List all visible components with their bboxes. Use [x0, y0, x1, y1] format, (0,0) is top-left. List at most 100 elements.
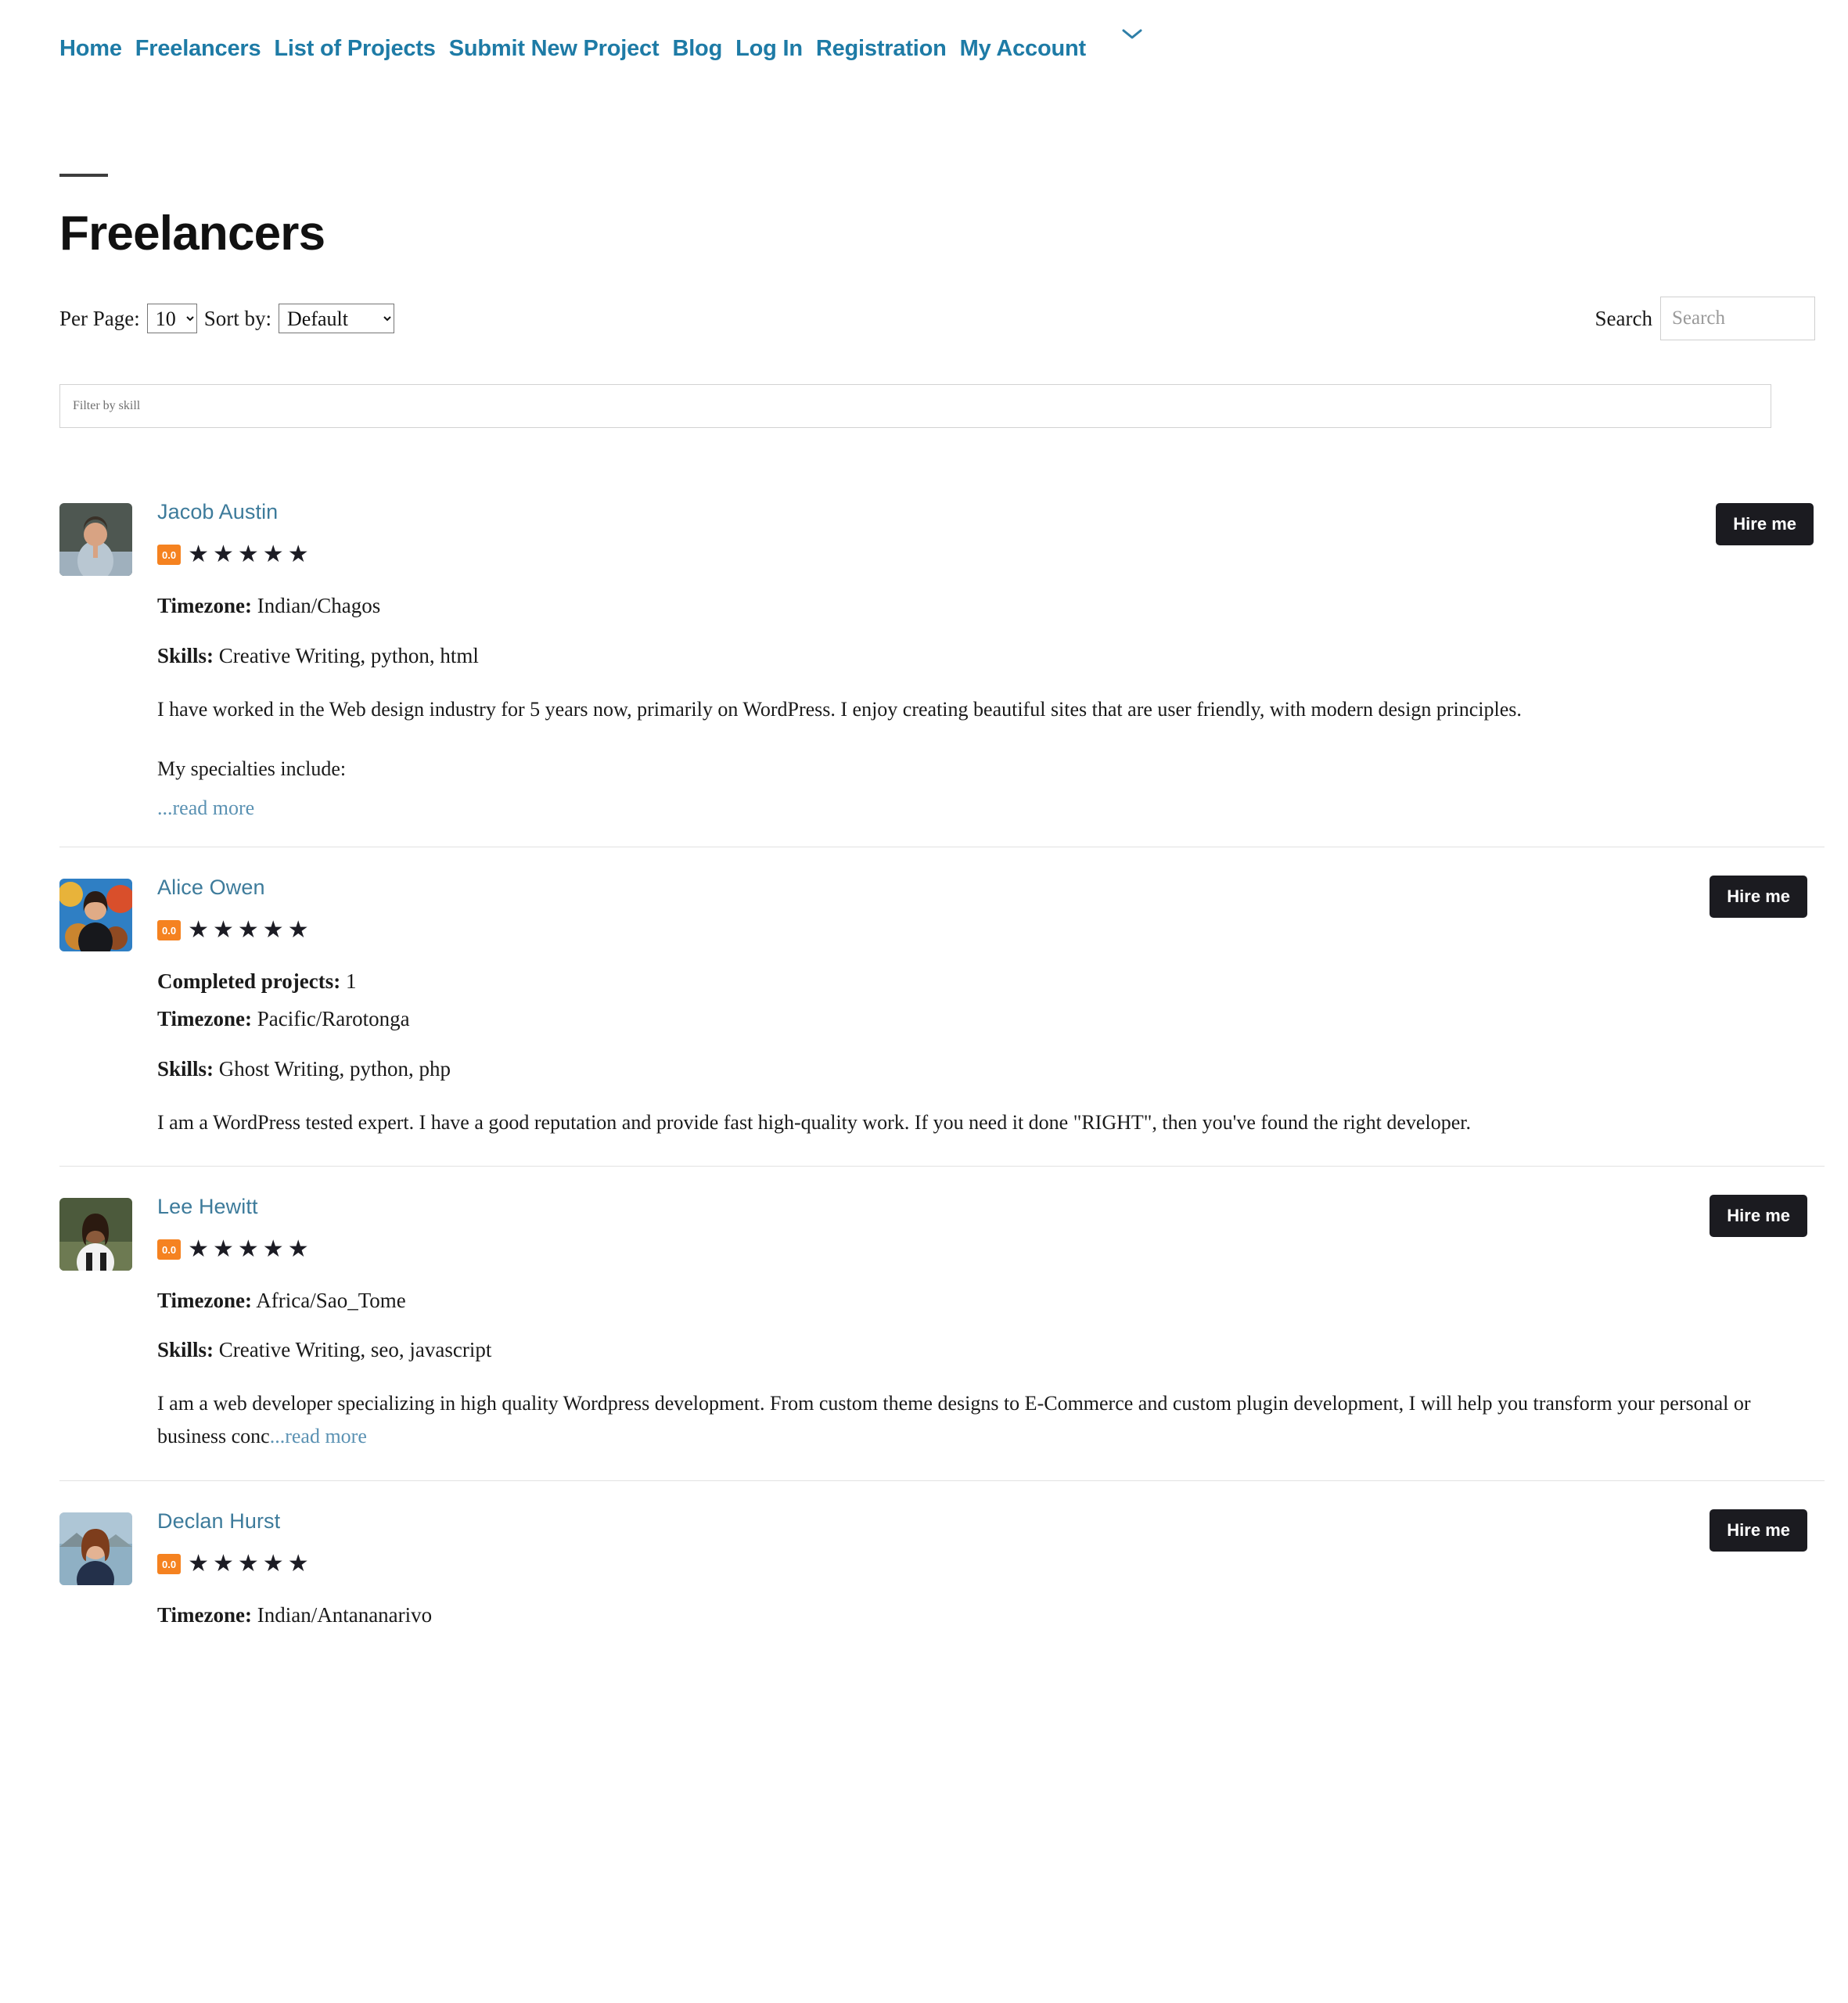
timezone-label: Timezone:: [157, 594, 252, 618]
timezone-value: Pacific/Rarotonga: [257, 1006, 410, 1030]
read-more-link[interactable]: ...read more: [270, 1425, 367, 1447]
timezone-label: Timezone:: [157, 1288, 252, 1312]
sort-by-select[interactable]: DefaultRatingCompleted projectsNewest: [279, 304, 394, 334]
search-label: Search: [1595, 306, 1652, 330]
page-title: Freelancers: [59, 207, 325, 261]
freelancer-list: Jacob Austin 0.0 ★ ★ ★ ★ ★ Timezone: Indian/Cha…: [0, 428, 1848, 1675]
star-icon: ★: [262, 541, 284, 568]
freelancer-card-inner: Jacob Austin 0.0 ★ ★ ★ ★ ★ Timezone: Indian/Cha…: [59, 498, 1825, 820]
nav-item-registration[interactable]: Registration: [816, 38, 947, 60]
timezone-line: Timezone: Indian/Chagos: [157, 590, 1825, 623]
skills-line: Skills: Ghost Writing, python, php: [157, 1053, 1825, 1086]
list-controls-right: Search: [1595, 297, 1815, 341]
star-icon: ★: [188, 917, 209, 943]
sort-by-label: Sort by:: [203, 306, 271, 330]
primary-nav: Home Freelancers List of Projects Submit Ne…: [59, 38, 1848, 60]
nav-item-my-account[interactable]: My Account: [960, 38, 1086, 60]
star-icon: ★: [237, 917, 259, 943]
freelancer-card-body: Lee Hewitt 0.0 ★ ★ ★ ★ ★ Timezone: Africa/Sao_T…: [132, 1193, 1825, 1454]
freelancer-name-link[interactable]: Jacob Austin: [157, 500, 278, 524]
list-controls-left: Per Page: 102050100 Sort by: DefaultRati…: [59, 304, 394, 334]
completed-projects-line: Completed projects: 1: [157, 966, 1825, 998]
nav-item-list-of-projects[interactable]: List of Projects: [274, 38, 435, 60]
top-navigation-bar: Home Freelancers List of Projects Submit Ne…: [0, 0, 1848, 94]
read-more-link[interactable]: ...read more: [157, 797, 254, 819]
per-page-select[interactable]: 102050100: [146, 304, 197, 334]
nav-item-blog[interactable]: Blog: [672, 38, 722, 60]
search-input[interactable]: [1660, 297, 1815, 341]
freelancer-card-body: Declan Hurst 0.0 ★ ★ ★ ★ ★ Timezone: Indian/Ant…: [132, 1508, 1825, 1649]
per-page-label: Per Page:: [59, 306, 140, 330]
freelancer-description-secondary: My specialties include:: [157, 757, 347, 780]
freelancer-card-body: Jacob Austin 0.0 ★ ★ ★ ★ ★ Timezone: Indian/Cha…: [132, 498, 1825, 820]
timezone-line: Timezone: Pacific/Rarotonga: [157, 1003, 1825, 1036]
star-icon: ★: [212, 1550, 234, 1577]
skills-label: Skills:: [157, 1338, 214, 1362]
star-icon: ★: [212, 541, 234, 568]
skills-line: Skills: Creative Writing, seo, javascrip…: [157, 1334, 1825, 1367]
skill-filter-row: [0, 340, 1848, 429]
hire-me-button[interactable]: Hire me: [1710, 1194, 1807, 1237]
freelancer-description-text: I am a WordPress tested expert. I have a…: [157, 1110, 1471, 1134]
rating-value-badge: 0.0: [157, 920, 182, 940]
skills-label: Skills:: [157, 643, 214, 667]
rating: 0.0 ★ ★ ★ ★ ★: [157, 919, 1825, 942]
freelancer-card: Jacob Austin 0.0 ★ ★ ★ ★ ★ Timezone: Indian/Cha…: [59, 472, 1825, 847]
rating-value-badge: 0.0: [157, 1239, 182, 1260]
rating-value-badge: 0.0: [157, 545, 182, 566]
completed-projects-label: Completed projects:: [157, 969, 341, 993]
star-icon: ★: [287, 541, 309, 568]
heading-rule-divider: [59, 174, 108, 177]
nav-item-submit-new-project[interactable]: Submit New Project: [449, 38, 660, 60]
freelancer-name-link[interactable]: Alice Owen: [157, 876, 265, 900]
freelancer-description-text: I am a web developer specializing in hig…: [157, 1392, 1751, 1448]
star-icon: ★: [262, 1550, 284, 1577]
freelancer-card-inner: Lee Hewitt 0.0 ★ ★ ★ ★ ★ Timezone: Africa/Sao_T…: [59, 1193, 1825, 1454]
rating: 0.0 ★ ★ ★ ★ ★: [157, 543, 1825, 566]
timezone-line: Timezone: Indian/Antananarivo: [157, 1599, 1825, 1632]
timezone-label: Timezone:: [157, 1602, 252, 1627]
star-icon: ★: [237, 541, 259, 568]
star-icon: ★: [212, 917, 234, 943]
avatar[interactable]: [59, 879, 132, 951]
hire-me-button[interactable]: Hire me: [1716, 503, 1814, 546]
skills-value: Creative Writing, seo, javascript: [218, 1338, 492, 1362]
star-icon: ★: [212, 1235, 234, 1262]
hire-me-button[interactable]: Hire me: [1710, 876, 1807, 918]
freelancer-name-link[interactable]: Declan Hurst: [157, 1509, 280, 1534]
star-icon: ★: [287, 917, 309, 943]
rating: 0.0 ★ ★ ★ ★ ★: [157, 1235, 1825, 1262]
star-rating: ★ ★ ★ ★ ★: [188, 543, 309, 566]
freelancer-card: Lee Hewitt 0.0 ★ ★ ★ ★ ★ Timezone: Africa/Sao_T…: [59, 1165, 1825, 1480]
page-heading-block: Freelancers: [0, 94, 1848, 259]
star-icon: ★: [188, 1235, 209, 1262]
star-icon: ★: [237, 1235, 259, 1262]
chevron-down-icon[interactable]: [1122, 28, 1142, 41]
nav-item-freelancers[interactable]: Freelancers: [135, 38, 261, 60]
freelancer-description: I am a web developer specializing in hig…: [157, 1387, 1769, 1453]
nav-item-home[interactable]: Home: [59, 38, 122, 60]
avatar[interactable]: [59, 1197, 132, 1271]
list-controls-row: Per Page: 102050100 Sort by: DefaultRati…: [0, 259, 1848, 341]
star-rating: ★ ★ ★ ★ ★: [188, 1235, 309, 1262]
avatar[interactable]: [59, 503, 132, 577]
star-icon: ★: [188, 541, 209, 568]
completed-projects-value: 1: [345, 969, 357, 993]
nav-item-log-in[interactable]: Log In: [735, 38, 803, 60]
star-icon: ★: [287, 1550, 309, 1577]
skills-value: Ghost Writing, python, php: [218, 1056, 451, 1081]
star-rating: ★ ★ ★ ★ ★: [188, 919, 309, 942]
freelancer-card-body: Alice Owen 0.0 ★ ★ ★ ★ ★ Completed projects: 1 T…: [132, 874, 1825, 1139]
star-icon: ★: [237, 1550, 259, 1577]
skill-filter-input[interactable]: [59, 384, 1771, 429]
skills-line: Skills: Creative Writing, python, html: [157, 640, 1825, 673]
skills-value: Creative Writing, python, html: [218, 643, 479, 667]
hire-me-button[interactable]: Hire me: [1710, 1509, 1807, 1552]
avatar[interactable]: [59, 1512, 132, 1585]
star-icon: ★: [188, 1550, 209, 1577]
freelancer-card-inner: Alice Owen 0.0 ★ ★ ★ ★ ★ Completed projects: 1 T…: [59, 874, 1825, 1139]
timezone-value: Indian/Chagos: [257, 594, 381, 618]
star-icon: ★: [287, 1235, 309, 1262]
freelancer-name-link[interactable]: Lee Hewitt: [157, 1195, 258, 1219]
timezone-label: Timezone:: [157, 1006, 252, 1030]
